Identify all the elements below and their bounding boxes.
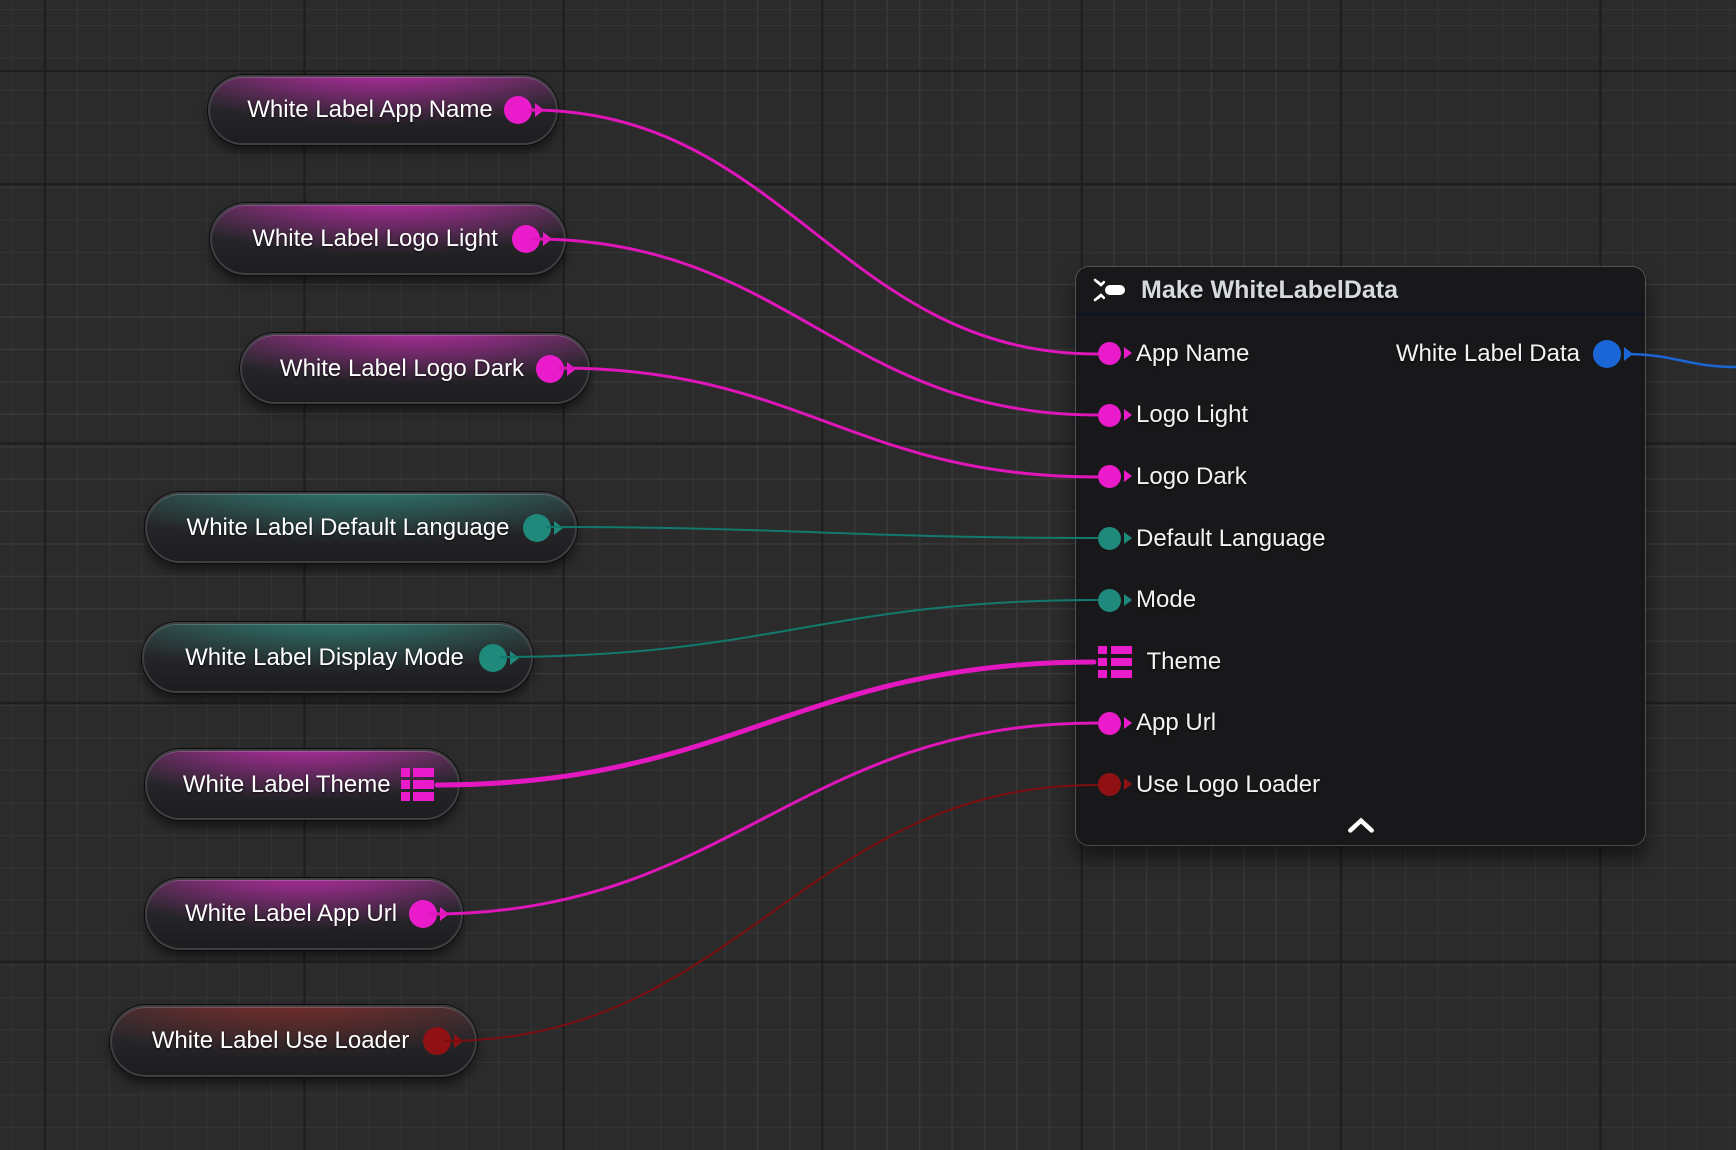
- getter-node-white-label-theme[interactable]: White Label Theme: [145, 749, 460, 820]
- input-row-mode: Mode: [1076, 569, 1645, 631]
- output-pin-enum[interactable]: [523, 514, 551, 542]
- pin-label: App Name: [1136, 342, 1249, 366]
- node-title: Make WhiteLabelData: [1141, 278, 1398, 303]
- input-row-logo-dark: Logo Dark: [1076, 446, 1645, 508]
- pin-label: App Url: [1136, 711, 1216, 735]
- getter-label: White Label Logo Light: [238, 227, 512, 251]
- getter-label: White Label Use Loader: [138, 1029, 423, 1053]
- output-row-white-label-data: White Label Data: [1396, 323, 1621, 385]
- getter-label: White Label App Name: [236, 98, 504, 122]
- output-pin-string[interactable]: [512, 225, 540, 253]
- input-pin-string[interactable]: [1098, 712, 1121, 735]
- input-pin-enum[interactable]: [1098, 527, 1121, 550]
- output-pin-struct[interactable]: [1593, 340, 1621, 368]
- wire-logo-light[interactable]: [533, 239, 1097, 415]
- getter-node-white-label-display-mode[interactable]: White Label Display Mode: [142, 622, 533, 693]
- output-pin-struct-icon[interactable]: [401, 768, 435, 801]
- wire-app-name[interactable]: [530, 110, 1097, 354]
- pin-label: Theme: [1147, 650, 1222, 674]
- wire-display-mode[interactable]: [501, 600, 1097, 657]
- wire-theme[interactable]: [437, 662, 1094, 785]
- pin-label: White Label Data: [1396, 342, 1580, 366]
- collapse-node-button[interactable]: [1339, 812, 1383, 840]
- make-whitelabeldata-node[interactable]: Make WhiteLabelData App Name Logo Light …: [1076, 267, 1645, 845]
- pin-label: Logo Dark: [1136, 465, 1247, 489]
- input-row-default-language: Default Language: [1076, 508, 1645, 570]
- wire-default-language[interactable]: [547, 527, 1097, 538]
- input-pin-string[interactable]: [1098, 342, 1121, 365]
- pin-label: Mode: [1136, 588, 1196, 612]
- getter-node-white-label-use-loader[interactable]: White Label Use Loader: [110, 1005, 477, 1077]
- getter-label: White Label Display Mode: [170, 646, 479, 670]
- output-pin-string[interactable]: [504, 96, 532, 124]
- node-header[interactable]: Make WhiteLabelData: [1076, 267, 1645, 315]
- blueprint-graph-canvas[interactable]: White Label App Name White Label Logo Li…: [0, 0, 1736, 1150]
- output-pin-boolean[interactable]: [423, 1027, 451, 1055]
- getter-label: White Label Logo Dark: [268, 357, 536, 381]
- pin-label: Default Language: [1136, 527, 1326, 551]
- input-pin-boolean[interactable]: [1098, 773, 1121, 796]
- getter-node-white-label-default-language[interactable]: White Label Default Language: [145, 492, 577, 563]
- chevron-up-icon: [1345, 815, 1377, 837]
- wire-app-url[interactable]: [430, 723, 1097, 914]
- wire-use-loader[interactable]: [445, 785, 1097, 1041]
- pin-label: Logo Light: [1136, 403, 1248, 427]
- input-pin-struct-icon[interactable]: [1098, 646, 1132, 679]
- input-row-app-url: App Url: [1076, 693, 1645, 755]
- output-pin-string[interactable]: [409, 900, 437, 928]
- getter-label: White Label Theme: [173, 773, 401, 797]
- getter-label: White Label App Url: [173, 902, 409, 926]
- output-pin-string[interactable]: [536, 355, 564, 383]
- input-row-use-logo-loader: Use Logo Loader: [1076, 754, 1645, 816]
- input-row-logo-light: Logo Light: [1076, 385, 1645, 447]
- pin-label: Use Logo Loader: [1136, 773, 1320, 797]
- getter-node-white-label-app-url[interactable]: White Label App Url: [145, 878, 463, 950]
- output-pin-enum[interactable]: [479, 644, 507, 672]
- getter-node-white-label-logo-light[interactable]: White Label Logo Light: [210, 203, 566, 275]
- make-struct-icon: [1092, 277, 1128, 303]
- input-pin-enum[interactable]: [1098, 589, 1121, 612]
- input-pin-string[interactable]: [1098, 404, 1121, 427]
- input-row-theme: Theme: [1076, 631, 1645, 693]
- wire-logo-dark[interactable]: [559, 368, 1097, 477]
- getter-node-white-label-logo-dark[interactable]: White Label Logo Dark: [240, 333, 590, 404]
- input-pin-string[interactable]: [1098, 465, 1121, 488]
- getter-node-white-label-app-name[interactable]: White Label App Name: [208, 75, 558, 145]
- getter-label: White Label Default Language: [173, 516, 523, 540]
